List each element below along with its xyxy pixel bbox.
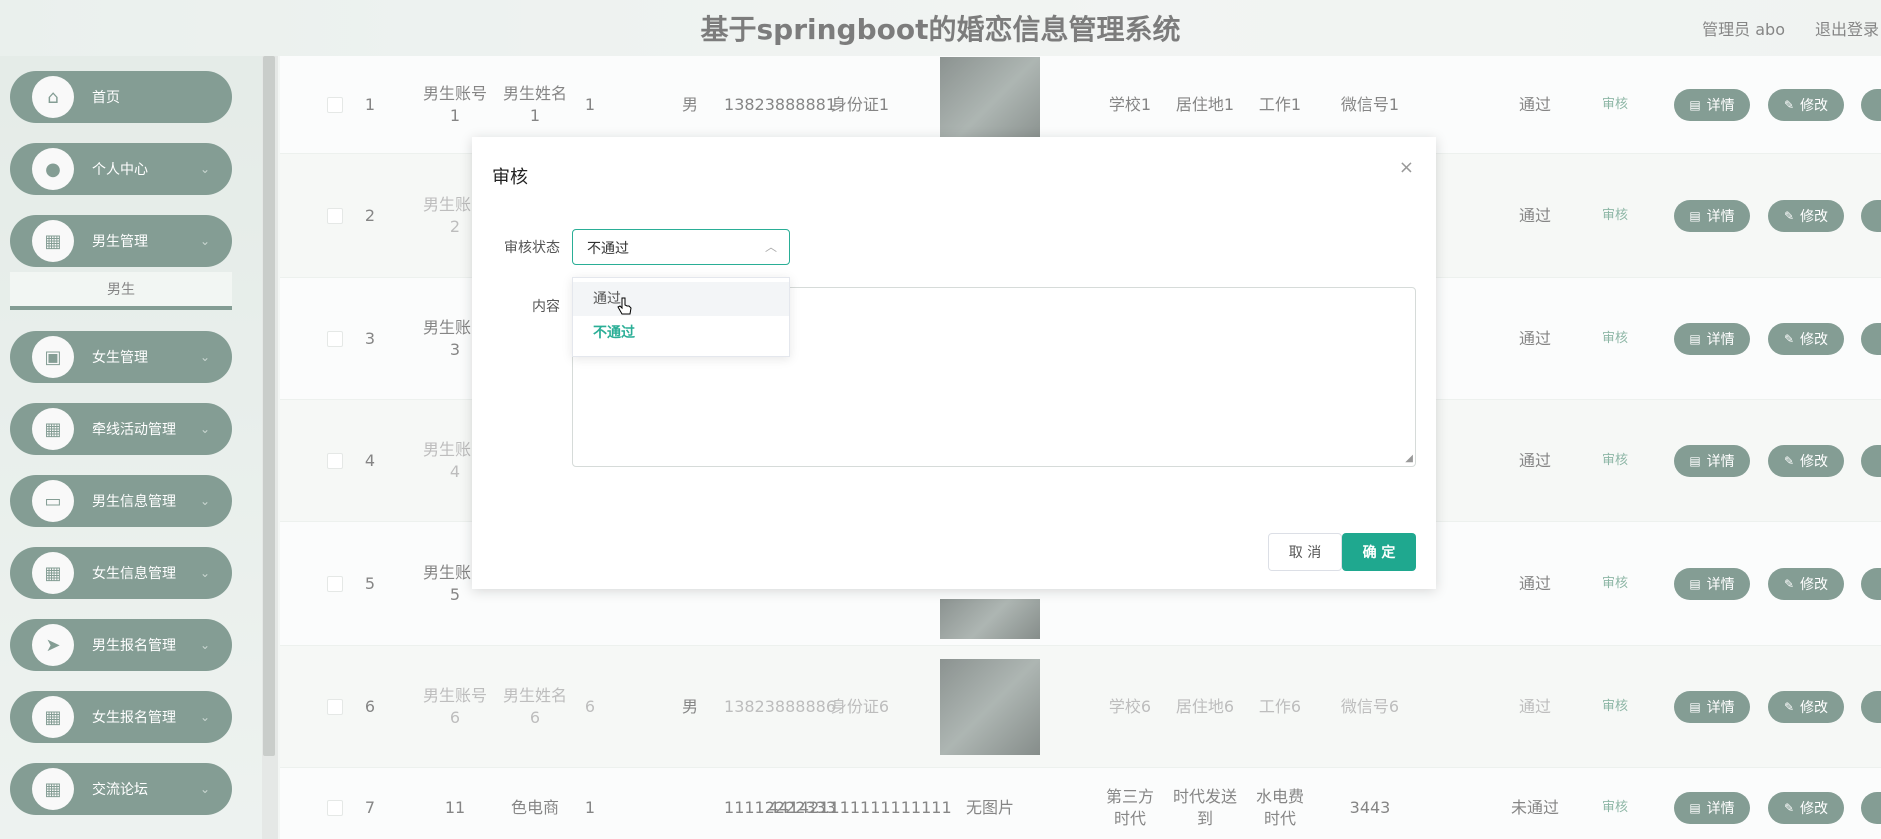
option-fail[interactable]: 不通过	[573, 316, 789, 350]
chevron-up-icon: ︿	[764, 240, 777, 254]
dialog-title: 审核	[492, 167, 528, 188]
close-icon[interactable]: ×	[1399, 157, 1414, 178]
confirm-button[interactable]: 确 定	[1342, 533, 1416, 571]
audit-dialog: 审核 × 审核状态 不通过 ︿ 内容 ◢ 通过 不通过 取 消 确 定	[472, 137, 1436, 589]
status-dropdown: 通过 不通过	[572, 277, 790, 357]
status-select-value: 不通过	[587, 241, 629, 257]
option-pass[interactable]: 通过	[573, 282, 789, 316]
cancel-button[interactable]: 取 消	[1268, 533, 1342, 571]
resize-grip-icon[interactable]: ◢	[1405, 453, 1413, 464]
content-label: 内容	[532, 299, 560, 315]
status-select[interactable]: 不通过 ︿	[572, 229, 790, 265]
status-label: 审核状态	[504, 240, 560, 256]
hand-cursor-icon	[617, 297, 632, 315]
